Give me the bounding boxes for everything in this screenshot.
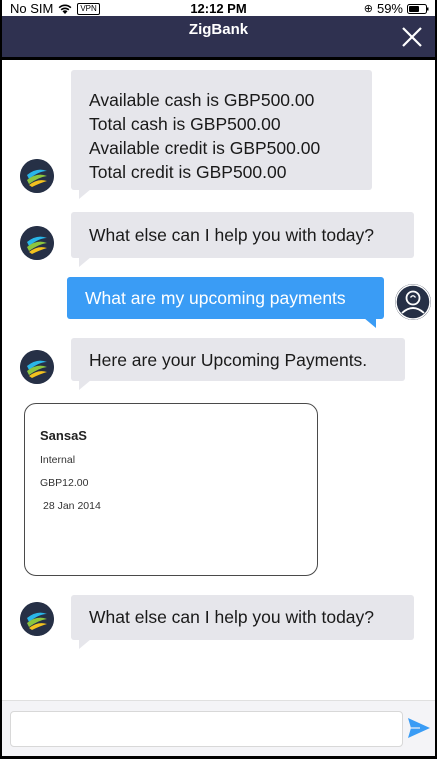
message-line: Total credit is GBP500.00 [89, 162, 287, 182]
payment-amount: GBP12.00 [40, 477, 89, 489]
bot-avatar-icon [20, 159, 54, 193]
user-avatar-icon [395, 284, 431, 320]
message-line: Available cash is GBP500.00 [89, 90, 315, 110]
header-title: ZigBank [188, 21, 249, 38]
bot-message-balances: Available cash is GBP500.00 Total cash i… [71, 70, 372, 199]
message-line: Total cash is GBP500.00 [89, 114, 281, 134]
orientation-lock-icon: ⊕ [363, 3, 373, 15]
chat-screen: No SIM VPN 12:12 PM ⊕ 59% ZigBank Availa… [0, 0, 437, 759]
payment-card[interactable]: SansaS Internal GBP12.00 28 Jan 2014 [24, 403, 318, 576]
message-line: What are my upcoming payments [85, 288, 346, 308]
payment-date: 28 Jan 2014 [43, 500, 101, 512]
bot-message-upcoming: Here are your Upcoming Payments. [71, 338, 405, 390]
status-bar: No SIM VPN 12:12 PM ⊕ 59% [2, 0, 435, 16]
message-line: What else can I help you with today? [89, 607, 375, 627]
bot-avatar-icon [20, 226, 54, 260]
battery-percent: 59% [376, 1, 403, 16]
bot-avatar-icon [20, 602, 54, 636]
bot-message-help: What else can I help you with today? [71, 212, 414, 267]
message-line: Here are your Upcoming Payments. [89, 350, 368, 370]
payment-type: Internal [40, 454, 76, 466]
message-line: What else can I help you with today? [89, 225, 375, 245]
chat-area[interactable]: Available cash is GBP500.00 Total cash i… [2, 60, 435, 700]
bot-message-help-2: What else can I help you with today? [71, 595, 414, 649]
status-right: ⊕ 59% [364, 1, 429, 16]
app-header: ZigBank [2, 16, 435, 60]
battery-icon [407, 3, 429, 14]
input-bar [2, 700, 435, 756]
bot-avatar-icon [20, 350, 54, 384]
close-icon[interactable] [399, 24, 425, 50]
send-icon[interactable] [407, 717, 431, 739]
user-message: What are my upcoming payments [67, 277, 384, 328]
message-input[interactable] [10, 711, 403, 747]
payee-name: SansaS [40, 428, 87, 443]
message-line: Available credit is GBP500.00 [89, 138, 321, 158]
